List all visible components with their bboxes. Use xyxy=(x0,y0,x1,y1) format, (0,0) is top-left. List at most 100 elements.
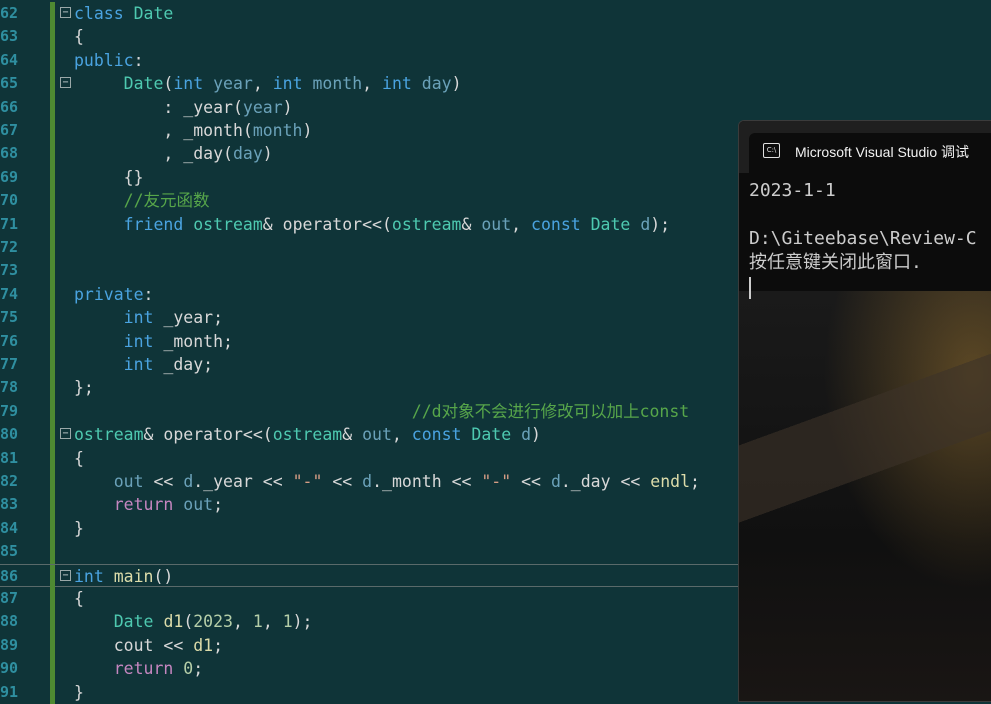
change-indicator xyxy=(50,142,55,166)
code-text: out << d._year << "-" << d._month << "-"… xyxy=(74,470,700,493)
code-token: return xyxy=(113,659,174,679)
collapse-icon[interactable]: − xyxy=(60,77,71,89)
code-token: int xyxy=(74,566,104,586)
code-line[interactable]: 62 − class Date xyxy=(0,2,991,26)
code-token: ( xyxy=(183,612,194,632)
code-token: int xyxy=(173,74,204,94)
code-token: const xyxy=(531,214,581,234)
code-line[interactable]: 65− Date(int year, int month, int day) xyxy=(0,72,991,96)
code-token: public xyxy=(74,50,134,70)
change-indicator xyxy=(50,376,55,400)
code-token: , xyxy=(233,612,253,632)
change-indicator xyxy=(50,119,55,143)
change-indicator xyxy=(50,259,55,283)
console-tab[interactable]: C:\ Microsoft Visual Studio 调试 xyxy=(749,133,991,173)
line-number: 84 xyxy=(0,518,19,537)
code-token: << xyxy=(143,472,184,491)
code-token: month xyxy=(302,74,363,94)
change-indicator xyxy=(50,633,55,658)
code-token: {} xyxy=(74,167,144,187)
change-indicator xyxy=(50,470,55,494)
change-indicator xyxy=(50,48,55,73)
console-line: D:\Giteebase\Review-C xyxy=(749,228,977,249)
code-token: ._year << xyxy=(193,472,293,491)
code-token: ) xyxy=(302,121,313,140)
code-line[interactable]: 64 public: xyxy=(0,48,991,73)
code-text: Date(int year, int month, int day) xyxy=(74,72,462,95)
code-token: ; xyxy=(690,472,700,491)
change-indicator xyxy=(50,657,55,681)
line-number: 87 xyxy=(0,589,19,607)
collapse-icon[interactable]: − xyxy=(60,569,71,581)
collapse-icon[interactable]: − xyxy=(60,428,71,440)
code-token: ) xyxy=(531,425,541,445)
change-indicator xyxy=(50,25,55,49)
console-line: 2023-1-1 xyxy=(749,180,836,201)
code-token: "-" xyxy=(481,472,512,491)
change-indicator xyxy=(50,423,55,447)
code-token: : xyxy=(143,284,154,304)
code-token: ._day << xyxy=(560,472,651,491)
code-token: ( xyxy=(163,74,174,94)
code-text: public: xyxy=(74,49,144,72)
line-number: 86 xyxy=(0,566,19,585)
code-token: 1 xyxy=(252,612,263,632)
code-text: } xyxy=(74,517,84,540)
code-token: class xyxy=(74,4,124,23)
change-indicator xyxy=(50,189,55,213)
code-text: : _year(year) xyxy=(74,96,292,119)
code-token: d xyxy=(183,472,194,491)
code-token: private xyxy=(74,284,144,304)
code-line[interactable]: 63 { xyxy=(0,25,991,49)
code-token: Date xyxy=(113,612,154,632)
code-line[interactable]: 66 : _year(year) xyxy=(0,95,991,119)
collapse-icon[interactable]: − xyxy=(60,7,71,18)
code-token: Date xyxy=(590,214,631,234)
code-text: } xyxy=(74,681,84,704)
code-token: ; xyxy=(213,635,224,655)
change-indicator xyxy=(50,516,55,541)
code-token: & xyxy=(342,425,363,445)
console-line: 按任意键关闭此窗口. xyxy=(749,252,922,273)
code-token: endl xyxy=(650,472,691,491)
code-token: , _month( xyxy=(74,121,253,140)
console-title: Microsoft Visual Studio 调试 xyxy=(795,144,970,160)
code-token: 2023 xyxy=(193,612,233,632)
code-token: out xyxy=(481,214,512,234)
code-token: "-" xyxy=(292,472,323,491)
code-text: //d对象不会进行修改可以加上const xyxy=(74,400,689,423)
code-token: return xyxy=(113,495,174,515)
debug-console-window[interactable]: C:\ Microsoft Visual Studio 调试 2023-1-1 … xyxy=(738,120,991,702)
desktop-wallpaper xyxy=(739,291,991,701)
code-token: _year; xyxy=(153,308,224,328)
change-indicator xyxy=(50,236,55,260)
code-token: 0 xyxy=(183,659,194,679)
code-text: return out; xyxy=(74,493,223,516)
code-token: ); xyxy=(292,612,313,632)
code-text: { xyxy=(74,25,84,48)
change-indicator xyxy=(50,587,55,611)
change-indicator xyxy=(50,165,55,190)
code-token: d xyxy=(550,472,561,491)
console-titlebar[interactable]: C:\ Microsoft Visual Studio 调试 xyxy=(739,121,991,173)
code-token: , xyxy=(262,612,283,632)
code-token: ostream xyxy=(272,425,343,445)
code-token: out xyxy=(113,472,144,491)
line-number: 68 xyxy=(0,144,19,163)
change-indicator xyxy=(50,353,55,377)
line-number: 85 xyxy=(0,542,19,561)
code-token: ; xyxy=(193,659,204,679)
code-token: day xyxy=(411,74,452,94)
change-indicator xyxy=(50,540,55,564)
change-indicator xyxy=(50,95,55,119)
line-number: 70 xyxy=(0,191,19,210)
